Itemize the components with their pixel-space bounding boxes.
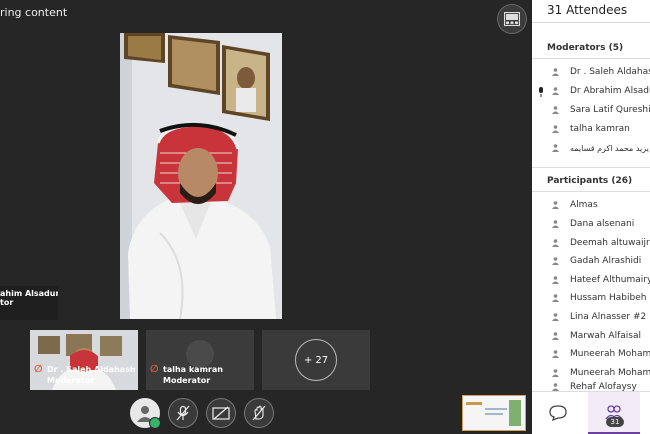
- hand-icon: [252, 405, 266, 421]
- layout-icon: [504, 12, 520, 26]
- camera-icon: [212, 406, 230, 420]
- microphone-icon: [538, 82, 544, 101]
- participant-row[interactable]: Muneerah Moham: [532, 364, 650, 382]
- tile-role: Moderator: [47, 376, 95, 385]
- participant-row[interactable]: Deemah altuwaijri: [532, 234, 650, 252]
- microphone-button[interactable]: [168, 398, 198, 428]
- participant-name: Muneerah Moham: [570, 368, 650, 378]
- person-icon: [552, 313, 559, 321]
- moderators-heading: Moderators (5): [547, 43, 624, 53]
- attendee-count-badge: 31: [606, 417, 624, 427]
- tile-label: ∅ talha kamran Moderator: [150, 364, 223, 386]
- divider: [532, 22, 650, 23]
- moderator-name: Sara Latif Qureshi: [570, 105, 650, 115]
- participant-name: Dana alsenani: [570, 219, 635, 229]
- attendees-tab[interactable]: 31: [588, 392, 640, 434]
- status-available-icon: [149, 417, 161, 429]
- video-tile[interactable]: ∅ talha kamran Moderator: [146, 330, 254, 390]
- moderator-row[interactable]: Sara Latif Qureshi: [532, 101, 650, 119]
- participant-name: Rehaf Alofaysy: [570, 382, 637, 391]
- more-participants-count: + 27: [295, 339, 337, 381]
- shared-content-thumbnail[interactable]: [462, 395, 526, 431]
- main-speaker-video: [120, 33, 282, 319]
- person-icon: [552, 68, 559, 76]
- person-icon: [552, 144, 559, 152]
- moderator-row[interactable]: talha kamran: [532, 120, 650, 138]
- participant-row[interactable]: Lina Alnasser #2: [532, 308, 650, 326]
- tile-label: ∅ Dr . Saleh Aldahash Moderator: [34, 364, 136, 386]
- person-icon: [552, 276, 559, 284]
- sharing-status-label: ring content: [0, 6, 68, 19]
- divider: [532, 191, 650, 192]
- attendees-panel-title: 31 Attendees: [547, 3, 628, 17]
- participant-row[interactable]: Dana alsenani: [532, 215, 650, 233]
- participant-name: Muneerah Moham: [570, 349, 650, 359]
- participant-row[interactable]: Hussam Habibeh: [532, 289, 650, 307]
- participant-name: Lina Alnasser #2: [570, 312, 647, 322]
- participant-row[interactable]: Marwah Alfaisal: [532, 327, 650, 345]
- main-tile-role: tor: [0, 298, 14, 307]
- person-icon: [552, 294, 559, 302]
- divider: [532, 58, 650, 59]
- video-stage: ring content ahim Alsaduni tor ∅ Dr . Sa…: [0, 0, 532, 433]
- person-icon: [552, 125, 559, 133]
- moderator-row[interactable]: Dr . Saleh Aldahas: [532, 63, 650, 81]
- attendees-panel: 31 Attendees Moderators (5) Dr . Saleh A…: [532, 0, 650, 434]
- participant-row[interactable]: Muneerah Moham: [532, 345, 650, 363]
- person-icon: [552, 382, 559, 391]
- person-icon: [552, 201, 559, 209]
- panel-tabs: 31: [532, 391, 650, 434]
- person-icon: [552, 106, 559, 114]
- speaker-video-image: [120, 33, 282, 319]
- moderator-name: talha kamran: [570, 124, 630, 134]
- person-icon: [552, 257, 559, 265]
- microphone-muted-icon: ∅: [34, 364, 43, 375]
- participant-name: Marwah Alfaisal: [570, 331, 641, 341]
- person-icon: [552, 350, 559, 358]
- participant-name: Hateef Althumairy: [570, 275, 650, 285]
- thumbnail-image: [463, 396, 525, 430]
- layout-button[interactable]: [497, 4, 527, 34]
- camera-button[interactable]: [206, 398, 236, 428]
- chat-icon: [549, 405, 567, 421]
- chat-tab[interactable]: [532, 392, 584, 434]
- divider: [532, 167, 650, 168]
- participant-row[interactable]: Hateef Althumairy: [532, 271, 650, 289]
- my-status-button[interactable]: [130, 398, 161, 429]
- moderator-row[interactable]: يزيد محمد اكرم قسايمه: [532, 139, 650, 157]
- person-icon: [552, 220, 559, 228]
- moderator-name: Dr Abrahim Alsadu: [570, 86, 650, 96]
- participants-heading: Participants (26): [547, 176, 633, 186]
- participant-name: Hussam Habibeh: [570, 293, 647, 303]
- microphone-muted-icon: ∅: [150, 364, 159, 375]
- moderator-name: Dr . Saleh Aldahas: [570, 67, 650, 77]
- moderator-row[interactable]: Dr Abrahim Alsadu: [532, 82, 650, 100]
- person-icon: [552, 239, 559, 247]
- tile-role: Moderator: [163, 376, 211, 385]
- moderator-name: يزيد محمد اكرم قسايمه: [570, 143, 649, 153]
- participant-row[interactable]: Rehaf Alofaysy: [532, 382, 650, 391]
- participant-row[interactable]: Gadah Alrashidi: [532, 252, 650, 270]
- person-icon: [552, 332, 559, 340]
- microphone-icon: [176, 405, 190, 421]
- participant-name: Almas: [570, 200, 598, 210]
- main-tile-name-label: ahim Alsaduni tor: [0, 286, 58, 320]
- main-tile-name: ahim Alsaduni: [0, 289, 58, 298]
- video-tile[interactable]: ∅ Dr . Saleh Aldahash Moderator: [30, 330, 138, 390]
- tile-name: Dr . Saleh Aldahash: [47, 365, 136, 374]
- person-icon: [552, 369, 559, 377]
- tile-name: talha kamran: [163, 365, 223, 374]
- participant-name: Gadah Alrashidi: [570, 256, 642, 266]
- participant-name: Deemah altuwaijri: [570, 238, 650, 248]
- person-icon: [552, 87, 559, 95]
- session-controls: [130, 398, 274, 429]
- raise-hand-button[interactable]: [244, 398, 274, 428]
- more-participants-tile[interactable]: + 27: [262, 330, 370, 390]
- participant-row[interactable]: Almas: [532, 196, 650, 214]
